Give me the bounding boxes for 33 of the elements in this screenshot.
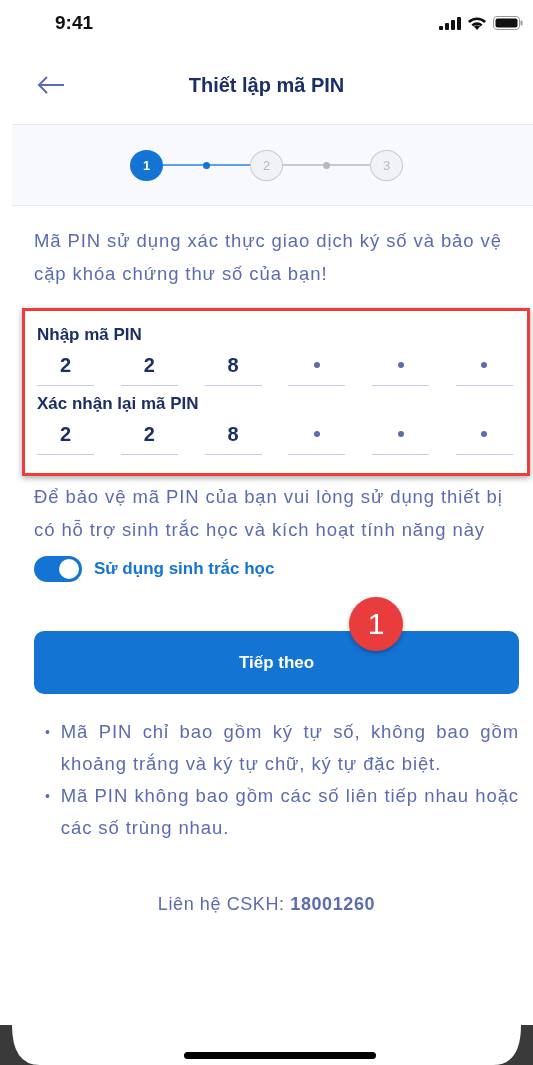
biometric-hint: Để bảo vệ mã PIN của bạn vui lòng sử dụng thiết bị có hỗ trợ sinh trắc học và kích hoạt tính năng này	[33, 485, 504, 542]
intro-text: Mã PIN sử dụng xác thực giao dịch ký số và bảo vệ cặp khóa chứng thư số của bạn!	[33, 229, 503, 286]
biometric-switch[interactable]	[34, 556, 82, 582]
biometric-label: Sử dụng sinh trắc học	[94, 559, 275, 579]
rule-text: Mã PIN không bao gồm các số liên tiếp nhau hoặc các số trùng nhau.	[60, 784, 519, 840]
pin-digit-field[interactable]: 8	[204, 414, 262, 455]
empty-dot-icon	[481, 431, 488, 437]
screen-title: Thiết lập mã PIN	[188, 73, 345, 97]
pin-digit-field[interactable]: 8	[204, 345, 262, 386]
back-arrow-icon[interactable]	[37, 76, 65, 94]
pin-digit-field[interactable]: 2	[120, 345, 178, 386]
empty-dot-icon	[397, 431, 404, 437]
bullet: •	[45, 787, 51, 806]
empty-dot-icon	[481, 362, 488, 368]
rule-text: Mã PIN chỉ bao gồm ký tự số, không bao gồm khoảng trắng và ký tự chữ, ký tự đặc biệt.	[60, 720, 519, 776]
status-time: 9:41	[55, 12, 94, 34]
step-badge: 1	[349, 597, 403, 651]
pin-label: Nhập mã PIN	[37, 325, 143, 345]
step-indicator: 1	[130, 149, 163, 181]
empty-dot-icon	[313, 431, 320, 437]
empty-dot-icon	[313, 362, 320, 368]
pin-digit-field[interactable]: 2	[37, 345, 94, 386]
contact-text: Liên hệ CSKH: 18001260	[156, 894, 377, 915]
battery-icon	[493, 16, 523, 30]
pin-label: Xác nhận lại mã PIN	[37, 394, 200, 414]
bullet: •	[45, 723, 51, 742]
step-indicator: 3	[370, 149, 403, 181]
empty-dot-icon	[397, 362, 404, 368]
pin-digit-field[interactable]: 2	[37, 414, 94, 455]
signal-icon	[439, 16, 461, 30]
wifi-icon	[467, 16, 487, 30]
step-indicator: 2	[250, 149, 283, 181]
pin-digit-field[interactable]: 2	[120, 414, 178, 455]
